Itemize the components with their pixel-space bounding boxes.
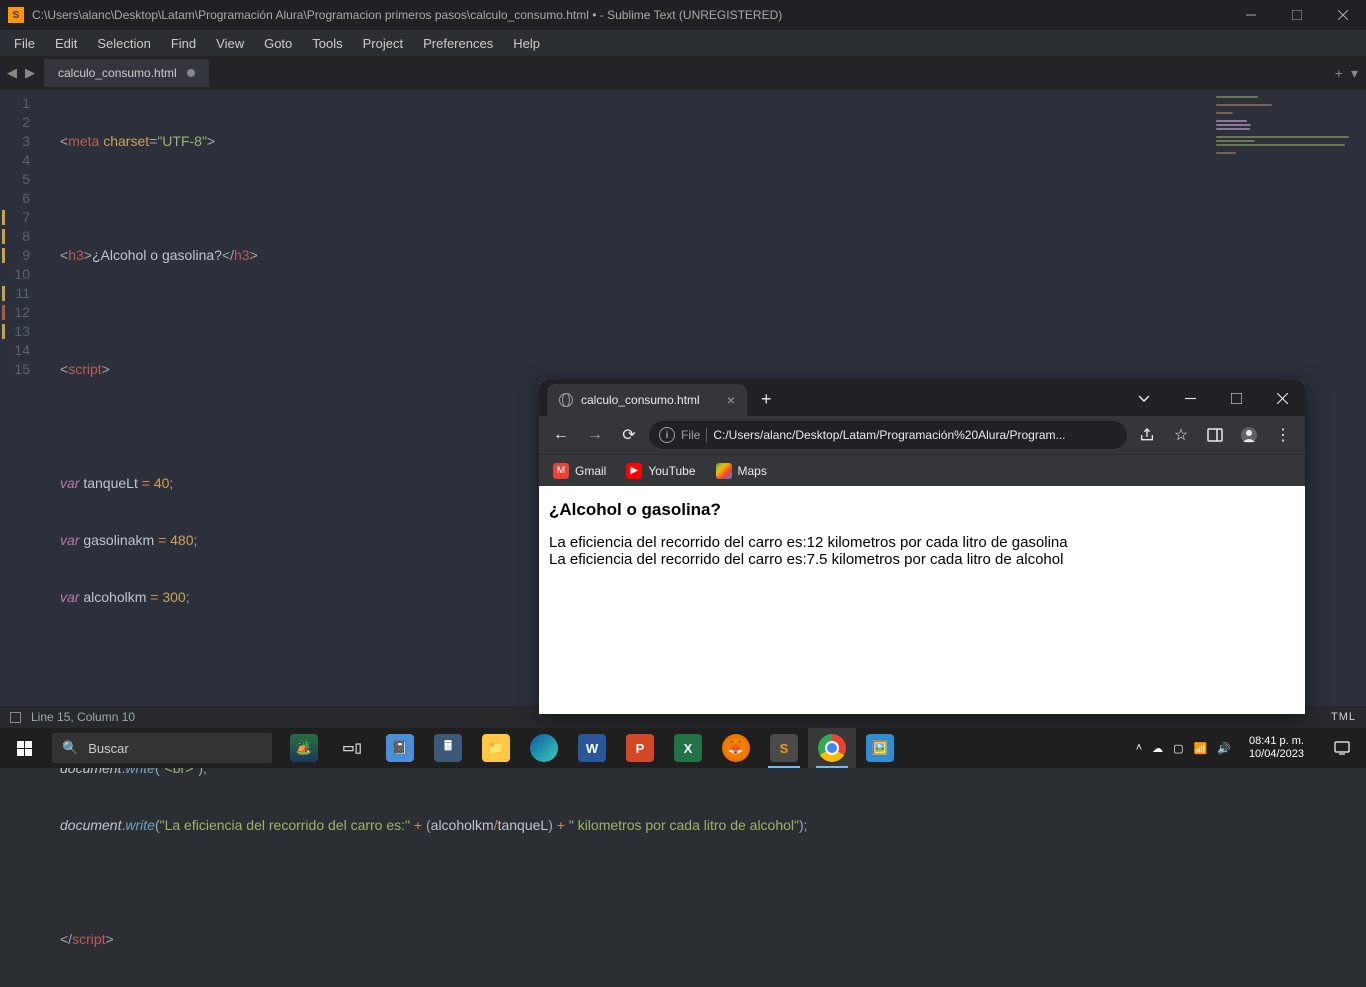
menu-bar: File Edit Selection Find View Goto Tools…	[0, 30, 1366, 56]
page-heading: ¿Alcohol o gasolina?	[549, 500, 1295, 520]
new-tab-icon[interactable]: +	[1335, 65, 1343, 82]
search-placeholder: Buscar	[88, 741, 128, 756]
app-calculator[interactable]: 🖩	[424, 728, 472, 768]
bookmark-maps[interactable]: Maps	[716, 463, 767, 479]
close-button[interactable]	[1320, 0, 1366, 30]
browser-tab[interactable]: calculo_consumo.html ×	[547, 384, 747, 416]
forward-button[interactable]: →	[581, 421, 609, 449]
app-weather[interactable]: 🏕️	[280, 728, 328, 768]
status-position: Line 15, Column 10	[31, 710, 135, 724]
sidepanel-icon[interactable]	[1201, 421, 1229, 449]
new-tab-button[interactable]: +	[747, 389, 784, 416]
clock-time: 08:41 p. m.	[1249, 735, 1304, 748]
app-excel[interactable]: X	[664, 728, 712, 768]
tab-bar: ◀ ▶ calculo_consumo.html + ▾	[0, 56, 1366, 90]
tray-volume-icon[interactable]: 🔊	[1217, 742, 1231, 755]
tray-meet-icon[interactable]: ▢	[1173, 742, 1183, 755]
tab-prev-icon[interactable]: ◀	[4, 65, 20, 81]
back-button[interactable]: ←	[547, 421, 575, 449]
app-photos[interactable]: 🖼️	[856, 728, 904, 768]
tab-dropdown-icon[interactable]: ▾	[1351, 65, 1358, 82]
browser-tab-title: calculo_consumo.html	[581, 393, 700, 407]
chrome-window: calculo_consumo.html × + ← → ⟳ i File C:…	[539, 380, 1305, 714]
page-line-2: La eficiencia del recorrido del carro es…	[549, 551, 1295, 568]
profile-icon[interactable]	[1235, 421, 1263, 449]
menu-help[interactable]: Help	[503, 32, 550, 55]
tab-label: calculo_consumo.html	[58, 66, 177, 80]
address-bar[interactable]: i File C:/Users/alanc/Desktop/Latam/Prog…	[649, 421, 1127, 449]
app-sublime[interactable]: S	[760, 728, 808, 768]
dirty-indicator-icon	[187, 69, 195, 77]
browser-minimize-button[interactable]	[1167, 380, 1213, 416]
globe-icon	[559, 393, 573, 407]
menu-file[interactable]: File	[4, 32, 45, 55]
bookmark-gmail[interactable]: MGmail	[553, 463, 606, 479]
browser-tab-row: calculo_consumo.html × +	[539, 380, 1305, 416]
app-taskview[interactable]: ▭▯	[328, 728, 376, 768]
app-word[interactable]: W	[568, 728, 616, 768]
line-gutter: 123456 78910 1112131415	[0, 90, 48, 379]
tab-next-icon[interactable]: ▶	[22, 65, 38, 81]
maximize-button[interactable]	[1274, 0, 1320, 30]
notifications-button[interactable]	[1322, 728, 1362, 768]
browser-close-button[interactable]	[1259, 380, 1305, 416]
browser-tab-search-icon[interactable]	[1121, 380, 1167, 416]
page-line-1: La eficiencia del recorrido del carro es…	[549, 534, 1295, 551]
kebab-menu-icon[interactable]: ⋮	[1269, 421, 1297, 449]
taskbar-clock[interactable]: 08:41 p. m. 10/04/2023	[1241, 735, 1312, 761]
minimize-button[interactable]	[1228, 0, 1274, 30]
sublime-titlebar: S C:\Users\alanc\Desktop\Latam\Programac…	[0, 0, 1366, 30]
taskbar-search[interactable]: 🔍 Buscar	[52, 733, 272, 763]
share-icon[interactable]	[1133, 421, 1161, 449]
app-notes[interactable]: 📓	[376, 728, 424, 768]
tab-close-icon[interactable]: ×	[727, 392, 735, 408]
file-tab[interactable]: calculo_consumo.html	[44, 59, 209, 87]
addr-separator	[706, 428, 707, 442]
app-chrome[interactable]	[808, 728, 856, 768]
tray-onedrive-icon[interactable]: ☁	[1152, 742, 1163, 755]
bookmarks-bar: MGmail ▶YouTube Maps	[539, 454, 1305, 486]
app-edge[interactable]	[520, 728, 568, 768]
menu-project[interactable]: Project	[353, 32, 413, 55]
app-firefox[interactable]: 🦊	[712, 728, 760, 768]
menu-goto[interactable]: Goto	[254, 32, 302, 55]
menu-tools[interactable]: Tools	[302, 32, 352, 55]
taskbar-apps: 🏕️ ▭▯ 📓 🖩 📁 W P X 🦊 S 🖼️	[280, 728, 904, 768]
bookmark-icon[interactable]: ☆	[1167, 421, 1195, 449]
addr-url: C:/Users/alanc/Desktop/Latam/Programació…	[713, 428, 1065, 442]
clock-date: 10/04/2023	[1249, 748, 1304, 761]
search-icon: 🔍	[62, 740, 78, 756]
status-syntax[interactable]: TML	[1331, 711, 1356, 723]
app-explorer[interactable]: 📁	[472, 728, 520, 768]
menu-preferences[interactable]: Preferences	[413, 32, 503, 55]
window-title: C:\Users\alanc\Desktop\Latam\Programació…	[32, 8, 1228, 22]
site-info-icon[interactable]: i	[659, 427, 675, 443]
menu-find[interactable]: Find	[161, 32, 206, 55]
status-square-icon[interactable]	[10, 712, 21, 723]
browser-page: ¿Alcohol o gasolina? La eficiencia del r…	[539, 486, 1305, 582]
bookmark-youtube[interactable]: ▶YouTube	[626, 463, 695, 479]
app-powerpoint[interactable]: P	[616, 728, 664, 768]
minimap[interactable]	[1216, 96, 1356, 156]
start-button[interactable]	[0, 728, 48, 768]
tray-chevron-icon[interactable]: ˄	[1136, 742, 1142, 754]
windows-taskbar: 🔍 Buscar 🏕️ ▭▯ 📓 🖩 📁 W P X 🦊 S 🖼️ ˄ ☁ ▢ …	[0, 728, 1366, 768]
browser-toolbar: ← → ⟳ i File C:/Users/alanc/Desktop/Lata…	[539, 416, 1305, 454]
addr-scheme: File	[681, 428, 700, 442]
sublime-logo-icon: S	[8, 7, 24, 23]
windows-logo-icon	[17, 741, 32, 756]
menu-view[interactable]: View	[206, 32, 254, 55]
menu-selection[interactable]: Selection	[87, 32, 160, 55]
system-tray: ˄ ☁ ▢ 📶 🔊 08:41 p. m. 10/04/2023	[1136, 728, 1366, 768]
menu-edit[interactable]: Edit	[45, 32, 87, 55]
browser-maximize-button[interactable]	[1213, 380, 1259, 416]
reload-button[interactable]: ⟳	[615, 421, 643, 449]
tray-wifi-icon[interactable]: 📶	[1194, 742, 1208, 755]
